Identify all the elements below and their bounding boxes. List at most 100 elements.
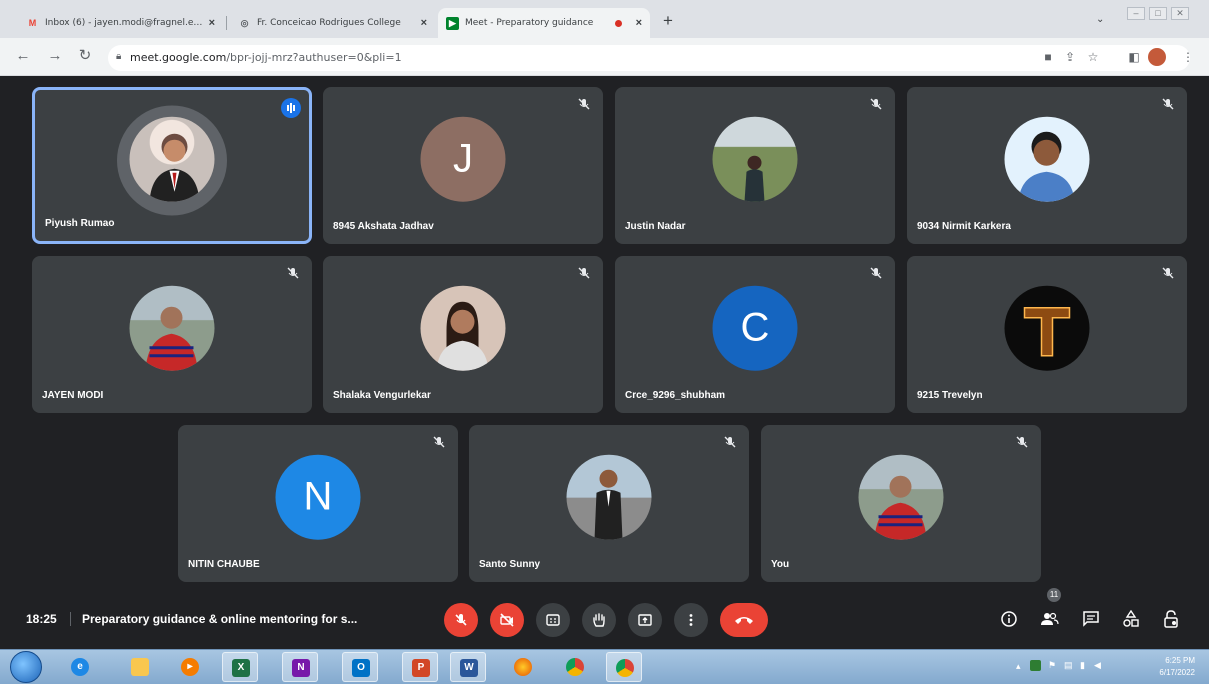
participant-tile-nitin-chaube[interactable]: N NITIN CHAUBE — [178, 425, 458, 582]
tab-inbox[interactable]: M Inbox (6) - jayen.modi@fragnel.edu.in … — [18, 8, 223, 38]
people-button[interactable] — [1036, 606, 1062, 632]
participant-tile-piyush-rumao[interactable]: Piyush Rumao — [32, 87, 312, 244]
activities-button[interactable] — [1118, 606, 1144, 632]
chat-button[interactable] — [1078, 606, 1104, 632]
folder-icon — [131, 658, 149, 676]
address-bar[interactable]: 🔒︎ meet.google.com/bpr-jojj-mrz?authuser… — [108, 45, 1190, 71]
profile-avatar[interactable] — [1148, 48, 1166, 66]
camera-off-button[interactable] — [490, 603, 524, 637]
mic-off-icon — [578, 267, 590, 279]
taskbar-chrome[interactable] — [557, 652, 593, 682]
forward-arrow-icon[interactable]: → — [46, 47, 64, 65]
tab-title: Meet - Preparatory guidance — [465, 18, 594, 28]
chrome-icon — [566, 658, 584, 676]
leave-call-button[interactable] — [720, 603, 768, 637]
network-icon[interactable]: ▤ — [1064, 660, 1073, 671]
share-icon[interactable]: ⇪ — [1062, 48, 1078, 66]
avatar — [1004, 285, 1090, 371]
chrome-icon — [616, 659, 634, 677]
back-arrow-icon[interactable]: ← — [14, 47, 32, 65]
meeting-details-button[interactable] — [996, 606, 1022, 632]
participant-name: Piyush Rumao — [45, 218, 115, 229]
tray-expand-icon[interactable]: ▴ — [1016, 661, 1021, 672]
taskbar-powerpoint[interactable]: P — [402, 652, 438, 682]
maximize-window-icon[interactable]: □ — [1149, 7, 1167, 20]
hang-up-icon — [735, 617, 753, 624]
mic-off-icon — [455, 614, 467, 626]
taskbar-outlook[interactable]: O — [342, 652, 378, 682]
signal-icon[interactable]: ▮ — [1080, 660, 1085, 671]
new-tab-button[interactable]: + — [658, 11, 678, 31]
menu-kebab-icon[interactable]: ⋮ — [1180, 48, 1196, 66]
minimize-window-icon[interactable]: – — [1127, 7, 1145, 20]
taskbar-excel[interactable]: X — [222, 652, 258, 682]
taskbar-firefox[interactable] — [505, 652, 541, 682]
participant-count-badge: 11 — [1047, 588, 1061, 602]
participant-tile-jayen-modi[interactable]: JAYEN MODI — [32, 256, 312, 413]
outlook-icon: O — [352, 659, 370, 677]
host-controls-button[interactable] — [1158, 606, 1184, 632]
media-player-icon: ▸ — [181, 658, 199, 676]
taskbar-chrome-active[interactable] — [606, 652, 642, 682]
close-window-icon[interactable]: ✕ — [1171, 7, 1189, 20]
close-tab-icon[interactable]: × — [421, 17, 427, 29]
camera-off-icon — [500, 613, 514, 627]
globe-icon: ◎ — [240, 17, 249, 28]
mic-off-icon — [433, 436, 445, 448]
onenote-icon: N — [292, 659, 310, 677]
avatar — [129, 285, 215, 371]
participant-tile-santo-sunny[interactable]: Santo Sunny — [469, 425, 749, 582]
avatar — [566, 454, 652, 540]
taskbar-media-player[interactable]: ▸ — [172, 652, 208, 682]
participant-name: Justin Nadar — [625, 221, 686, 232]
tab-college[interactable]: ◎ Fr. Conceicao Rodrigues College × — [230, 8, 435, 38]
microphone-off-button[interactable] — [444, 603, 478, 637]
taskbar-onenote[interactable]: N — [282, 652, 318, 682]
side-panel-icon[interactable]: ◧ — [1126, 48, 1142, 66]
gmail-icon: M — [28, 17, 37, 28]
clock-area[interactable]: 6:25 PM 6/17/2022 — [1159, 655, 1195, 679]
participant-tile-you[interactable]: You — [761, 425, 1041, 582]
mic-off-icon — [1016, 436, 1028, 448]
mic-off-icon — [578, 98, 590, 110]
close-tab-icon[interactable]: × — [209, 17, 215, 29]
participant-name: 9215 Trevelyn — [917, 390, 983, 401]
people-icon — [1041, 612, 1059, 625]
participant-tile-akshata-jadhav[interactable]: J 8945 Akshata Jadhav — [323, 87, 603, 244]
more-options-button[interactable] — [674, 603, 708, 637]
tab-meet[interactable]: ▶ Meet - Preparatory guidance × — [438, 8, 650, 38]
captions-icon — [546, 614, 560, 626]
taskbar-word[interactable]: W — [450, 652, 486, 682]
avatar — [129, 116, 215, 202]
taskbar-internet-explorer[interactable]: e — [62, 652, 98, 682]
taskbar-file-explorer[interactable] — [122, 652, 158, 682]
mic-off-icon — [870, 267, 882, 279]
mic-off-icon — [724, 436, 736, 448]
system-tray: ▴ ⚑ ▤ ▮ ◀ 6:25 PM 6/17/2022 — [1012, 652, 1209, 683]
meet-control-bar: 18:25 Preparatory guidance & online ment… — [0, 594, 1209, 647]
taskbar-time: 6:25 PM — [1165, 656, 1195, 665]
present-screen-button[interactable] — [628, 603, 662, 637]
activities-icon — [1123, 610, 1139, 627]
word-icon: W — [460, 659, 478, 677]
participant-tile-justin-nadar[interactable]: Justin Nadar — [615, 87, 895, 244]
camera-in-use-icon[interactable]: ■ — [1040, 48, 1056, 66]
participant-name: 9034 Nirmit Karkera — [917, 221, 1011, 232]
volume-icon[interactable]: ◀ — [1094, 660, 1101, 671]
participant-tile-trevelyn[interactable]: 9215 Trevelyn — [907, 256, 1187, 413]
more-vert-icon — [689, 614, 693, 626]
action-center-flag-icon[interactable]: ⚑ — [1048, 660, 1056, 671]
participant-name: Crce_9296_shubham — [625, 390, 726, 401]
raise-hand-button[interactable] — [582, 603, 616, 637]
tab-search-chevron-icon[interactable]: ⌄ — [1096, 14, 1104, 25]
start-button-windows-icon[interactable] — [10, 651, 42, 683]
reload-icon[interactable]: ↻ — [76, 47, 94, 65]
tray-app-icon[interactable] — [1030, 660, 1041, 671]
avatar: J — [420, 116, 506, 202]
participant-tile-crce-shubham[interactable]: C Crce_9296_shubham — [615, 256, 895, 413]
captions-button[interactable] — [536, 603, 570, 637]
participant-tile-nirmit-karkera[interactable]: 9034 Nirmit Karkera — [907, 87, 1187, 244]
close-tab-icon[interactable]: × — [636, 17, 642, 29]
bookmark-star-icon[interactable]: ☆ — [1085, 48, 1101, 66]
participant-tile-shalaka-vengurlekar[interactable]: Shalaka Vengurlekar — [323, 256, 603, 413]
